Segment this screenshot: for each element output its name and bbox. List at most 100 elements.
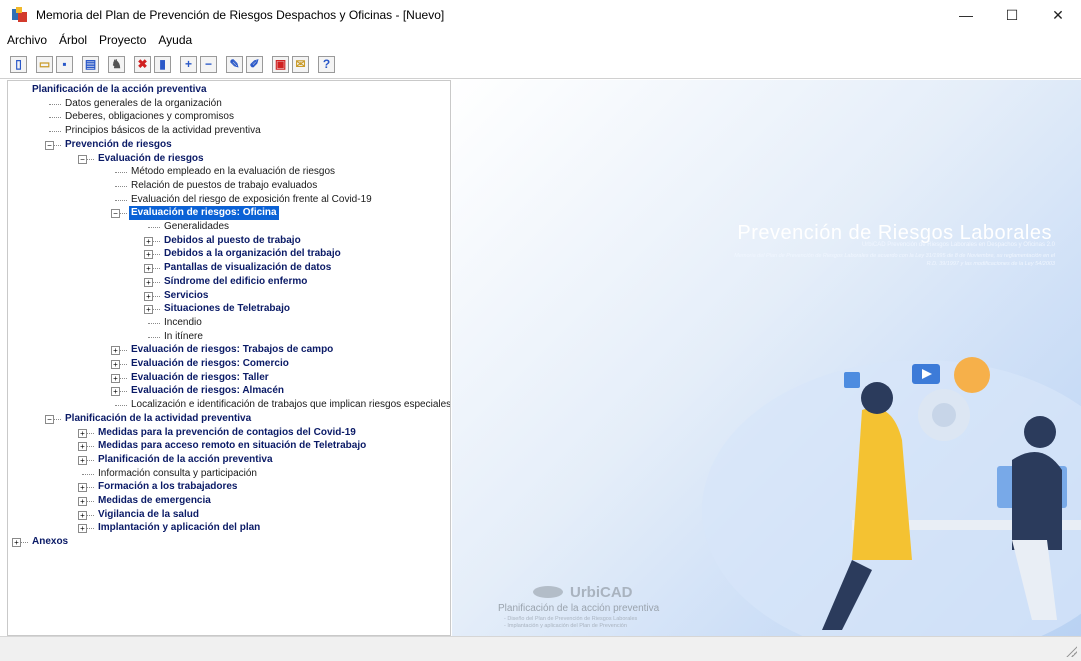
- tree-node[interactable]: Evaluación de riesgos: Almacén: [131, 384, 284, 398]
- like-icon: [844, 372, 860, 388]
- expand-node-icon[interactable]: +: [111, 373, 120, 383]
- collapse-node-icon[interactable]: −: [111, 209, 120, 219]
- tree-node[interactable]: Planificación de la acción preventiva: [98, 453, 273, 467]
- tree-connector: [153, 254, 160, 256]
- collapse-node-icon[interactable]: −: [45, 140, 54, 150]
- tree-connector: [148, 336, 160, 338]
- tree-node[interactable]: Planificación de la actividad preventiva: [65, 412, 251, 426]
- pencil-icon[interactable]: ✐: [246, 55, 263, 73]
- tree-connector: [87, 459, 94, 461]
- tree-node[interactable]: Implantación y aplicación del plan: [98, 521, 260, 535]
- expand-node-icon[interactable]: +: [144, 236, 153, 246]
- cut-icon[interactable]: ▮: [154, 55, 171, 73]
- tree-node[interactable]: Medidas para acceso remoto en situación …: [98, 439, 366, 453]
- tree-node[interactable]: In itínere: [164, 330, 203, 344]
- search-icon[interactable]: ♞: [108, 55, 125, 73]
- tree-node[interactable]: Situaciones de Teletrabajo: [164, 302, 290, 316]
- tree-node[interactable]: Planificación de la acción preventiva: [32, 83, 207, 97]
- tree-node[interactable]: Localización e identificación de trabajo…: [131, 398, 450, 412]
- close-button[interactable]: ✕: [1035, 0, 1081, 30]
- expand-node-icon[interactable]: +: [111, 346, 120, 356]
- tree-node[interactable]: Evaluación de riesgos: [98, 152, 204, 166]
- resize-grip-icon[interactable]: [1065, 645, 1077, 657]
- tree-node[interactable]: Vigilancia de la salud: [98, 508, 199, 522]
- tree-connector: [115, 172, 127, 174]
- toolbar: ▯ ▭ ▪ ▤ ♞ ✖ ▮ + − ✎ ✐ ▣ ✉?: [0, 50, 1081, 79]
- tree-node[interactable]: Método empleado en la evaluación de ries…: [131, 165, 335, 179]
- maximize-button[interactable]: ☐: [989, 0, 1035, 30]
- tree-node[interactable]: Evaluación de riesgos: Comercio: [131, 357, 289, 371]
- urbicad-line-2: - Implantación y aplicación del Plan de …: [504, 623, 627, 629]
- help-icon[interactable]: ?: [318, 55, 335, 73]
- urbicad-subtitle: Planificación de la acción preventiva: [498, 603, 660, 614]
- expand-node-icon[interactable]: +: [111, 360, 120, 369]
- save-icon[interactable]: ▪: [56, 55, 73, 73]
- tree-connector: [120, 377, 127, 379]
- expand-node-icon[interactable]: +: [12, 538, 21, 548]
- illustration: [702, 357, 1081, 636]
- menu-bar: Archivo Árbol Proyecto Ayuda: [0, 30, 1081, 50]
- tree-connector: [153, 268, 160, 270]
- collapse-node-icon[interactable]: −: [45, 414, 54, 424]
- expand-node-icon[interactable]: +: [144, 277, 153, 287]
- tree-node[interactable]: Generalidades: [164, 220, 229, 234]
- tree-connector: [148, 227, 160, 228]
- expand-node-icon[interactable]: +: [78, 483, 87, 493]
- expand-node-icon[interactable]: +: [144, 264, 153, 274]
- tree-node[interactable]: Debidos al puesto de trabajo: [164, 234, 301, 248]
- tree-node[interactable]: Incendio: [164, 316, 202, 330]
- tree-node[interactable]: Información consulta y participación: [98, 467, 257, 481]
- tree-connector: [120, 350, 127, 352]
- expand-node-icon[interactable]: +: [144, 291, 153, 301]
- tree-node[interactable]: Anexos: [32, 535, 68, 549]
- expand-node-icon[interactable]: +: [78, 455, 87, 465]
- menu-archivo[interactable]: Archivo: [2, 33, 52, 47]
- tree-node[interactable]: Servicios: [164, 289, 208, 303]
- print-preview-icon[interactable]: ▤: [82, 55, 99, 73]
- tree-connector: [120, 364, 127, 365]
- expand-node-icon[interactable]: +: [78, 442, 87, 452]
- expand-node-icon[interactable]: +: [111, 387, 120, 397]
- tree-node[interactable]: Formación a los trabajadores: [98, 480, 238, 494]
- collapse-icon[interactable]: −: [200, 55, 217, 73]
- tree-node[interactable]: Síndrome del edificio enfermo: [164, 275, 307, 289]
- tree-node[interactable]: Medidas de emergencia: [98, 494, 211, 508]
- window-title: Memoria del Plan de Prevención de Riesgo…: [36, 8, 445, 22]
- collapse-node-icon[interactable]: −: [78, 154, 87, 164]
- tree-node[interactable]: Evaluación del riesgo de exposición fren…: [131, 193, 372, 207]
- note-icon[interactable]: ✉: [292, 55, 309, 73]
- app-icon: [12, 7, 28, 23]
- tree-connector: [87, 514, 94, 516]
- expand-node-icon[interactable]: +: [144, 250, 153, 260]
- edit-icon[interactable]: ✎: [226, 55, 243, 73]
- tree-node[interactable]: Principios básicos de la actividad preve…: [65, 124, 261, 138]
- expand-icon[interactable]: +: [180, 55, 197, 73]
- tree-node[interactable]: Datos generales de la organización: [65, 97, 222, 111]
- menu-proyecto[interactable]: Proyecto: [94, 33, 151, 47]
- tree-node[interactable]: Debidos a la organización del trabajo: [164, 247, 341, 261]
- tree-node[interactable]: Pantallas de visualización de datos: [164, 261, 331, 275]
- tree-node[interactable]: Prevención de riesgos: [65, 138, 172, 152]
- tree-connector: [153, 309, 160, 311]
- tree-connector: [87, 432, 94, 434]
- menu-arbol[interactable]: Árbol: [54, 33, 92, 47]
- tree-node[interactable]: Evaluación de riesgos: Oficina: [129, 206, 279, 221]
- delete-icon[interactable]: ✖: [134, 55, 151, 73]
- menu-ayuda[interactable]: Ayuda: [153, 33, 197, 47]
- tree-node[interactable]: Evaluación de riesgos: Trabajos de campo: [131, 343, 333, 357]
- expand-node-icon[interactable]: +: [78, 497, 87, 506]
- expand-node-icon[interactable]: +: [144, 305, 153, 315]
- minimize-button[interactable]: —: [943, 0, 989, 30]
- tree-connector: [21, 542, 28, 544]
- new-doc-icon[interactable]: ▯: [10, 55, 27, 73]
- open-folder-icon[interactable]: ▭: [36, 55, 53, 73]
- tree-node[interactable]: Medidas para la prevención de contagios …: [98, 426, 356, 440]
- tree-node[interactable]: Relación de puestos de trabajo evaluados: [131, 179, 317, 193]
- expand-node-icon[interactable]: +: [78, 510, 87, 520]
- document-tree[interactable]: Planificación de la acción preventiva Dat…: [7, 80, 451, 636]
- tree-node[interactable]: Evaluación de riesgos: Taller: [131, 371, 269, 385]
- report-icon[interactable]: ▣: [272, 55, 289, 73]
- tree-node[interactable]: Deberes, obligaciones y compromisos: [65, 110, 234, 124]
- expand-node-icon[interactable]: +: [78, 428, 87, 438]
- expand-node-icon[interactable]: +: [78, 524, 87, 534]
